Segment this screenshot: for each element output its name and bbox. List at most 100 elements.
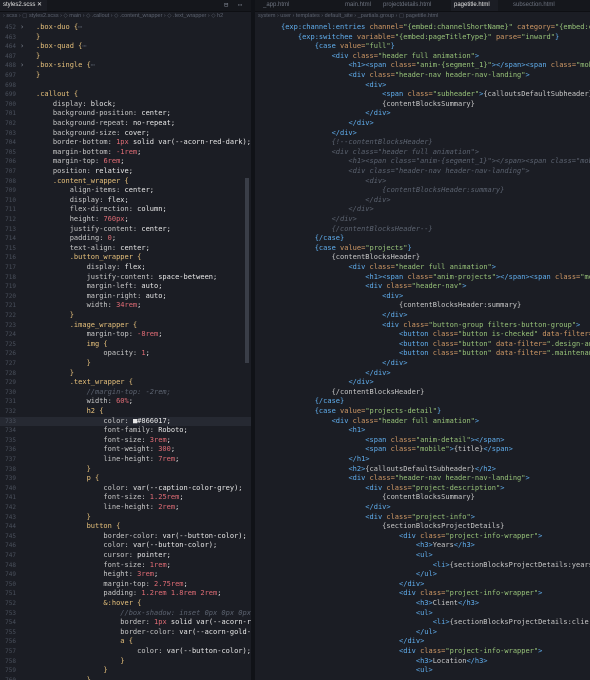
code-line[interactable]: 708 .content_wrapper { [0, 177, 251, 187]
code-line[interactable]: 464 › .box-quad {⋯ [0, 42, 251, 52]
code-line[interactable]: <button class="button is-checked" data-f… [255, 330, 590, 340]
code-line[interactable]: {case value="projects-detail"} [255, 407, 590, 417]
code-line[interactable]: 758 } [0, 657, 251, 667]
code-line[interactable]: <h2>{calloutsDefaultSubheader}</h2> [255, 465, 590, 475]
code-line[interactable]: </div> [255, 109, 590, 119]
code-line[interactable]: <div class="header-nav header-nav-landin… [255, 167, 590, 177]
code-line[interactable]: 452 › .box-duo {⋯ [0, 23, 251, 33]
code-line[interactable]: <span class="subheader">{calloutsDefault… [255, 90, 590, 100]
code-line[interactable]: 720 margin-right: auto; [0, 292, 251, 302]
code-line[interactable]: </div> [255, 311, 590, 321]
code-line[interactable]: <span class="mobile">{title}</span> [255, 445, 590, 455]
code-line[interactable]: <div class="project-info-wrapper"> [255, 589, 590, 599]
scss-editor[interactable]: 452 › .box-duo {⋯ 463} 464 › .box-quad {⋯ 487} 4… [0, 21, 251, 680]
code-line[interactable]: 705 margin-bottom: -1rem; [0, 148, 251, 158]
left-breadcrumb[interactable]: › scss › ▢ styles2.scss › ◇ main › ◇ .ca… [3, 11, 251, 21]
code-line[interactable]: <h3>Client</h3> [255, 599, 590, 609]
fold-chevron-icon[interactable]: › [20, 42, 24, 52]
code-line[interactable]: 700 display: block; [0, 100, 251, 110]
code-line[interactable]: <ul> [255, 666, 590, 676]
code-line[interactable]: <div class="header-nav"> [255, 282, 590, 292]
code-line[interactable]: <div> [255, 177, 590, 187]
code-line[interactable]: 718 justify-content: space-between; [0, 273, 251, 283]
code-line[interactable]: <ul> [255, 609, 590, 619]
code-line[interactable]: 752 &:hover { [0, 599, 251, 609]
code-line[interactable]: </div> [255, 129, 590, 139]
code-line[interactable]: {exp:channel:entries channel="{embed:cha… [255, 23, 590, 33]
code-line[interactable]: </div> [255, 215, 590, 225]
code-line[interactable]: {contentBlocksSummary} [255, 100, 590, 110]
code-line[interactable]: 749 height: 3rem; [0, 570, 251, 580]
code-line[interactable]: </div> [255, 205, 590, 215]
code-line[interactable]: 739 p { [0, 474, 251, 484]
code-line[interactable]: </ul> [255, 570, 590, 580]
code-line[interactable]: <div class="header full animation"> [255, 263, 590, 273]
code-line[interactable]: 701 background-position: center; [0, 109, 251, 119]
code-line[interactable]: <div class="project-info-wrapper"> [255, 647, 590, 657]
code-line[interactable]: 755 border-color: var(--acorn-gold-da [0, 628, 251, 638]
code-line[interactable]: 747 cursor: pointer; [0, 551, 251, 561]
code-line[interactable]: 711 flex-direction: column; [0, 205, 251, 215]
code-line[interactable]: 721 width: 34rem; [0, 301, 251, 311]
code-line[interactable]: {contentBlocksSummary} [255, 493, 590, 503]
tab-subsection-html[interactable]: subsection.html [513, 0, 559, 11]
more-actions-icon[interactable]: ⋯ [238, 1, 242, 9]
right-breadcrumb[interactable]: system › user › templates › default_site… [258, 11, 590, 21]
tab-pagetitle-html[interactable]: pagetitle.html [451, 0, 498, 11]
code-line[interactable]: <h3>Location</h3> [255, 657, 590, 667]
code-line[interactable]: 728 } [0, 369, 251, 379]
code-line[interactable]: {!--contentBlocksHeader} [255, 138, 590, 148]
code-line[interactable]: <button class="button" data-filter=".des… [255, 340, 590, 350]
code-line[interactable]: <div class="header-nav header-nav-landin… [255, 71, 590, 81]
code-line[interactable]: 706 margin-top: 6rem; [0, 157, 251, 167]
code-line[interactable]: <li>{sectionBlocksProjectDetails:years [255, 561, 590, 571]
code-line[interactable]: 738 } [0, 465, 251, 475]
code-line[interactable]: </div> [255, 580, 590, 590]
code-line[interactable]: 740 color: var(--caption-color-grey); [0, 484, 251, 494]
code-line[interactable]: 725 img { [0, 340, 251, 350]
code-line[interactable]: 751 padding: 1.2rem 1.8rem 2rem; [0, 589, 251, 599]
code-line[interactable]: <div class="project-info"> [255, 513, 590, 523]
left-scrollbar[interactable] [245, 178, 249, 363]
code-line[interactable]: <div> [255, 81, 590, 91]
code-line[interactable]: 488 › .box-single {⋯ [0, 61, 251, 71]
code-line[interactable]: 713 justify-content: center; [0, 225, 251, 235]
code-line[interactable]: 731 width: 60%; [0, 397, 251, 407]
code-line[interactable]: <h3>Years</h3> [255, 541, 590, 551]
code-line[interactable]: </div> [255, 196, 590, 206]
code-line[interactable]: {/contentBlocksHeader--} [255, 225, 590, 235]
code-line[interactable]: 723 .image_wrapper { [0, 321, 251, 331]
code-line[interactable]: 756 a { [0, 637, 251, 647]
code-line[interactable]: <h1><span class="anim-{segment_1}"></spa… [255, 61, 590, 71]
code-line[interactable]: 760 } [0, 676, 251, 680]
code-line[interactable]: 759 } [0, 666, 251, 676]
code-line[interactable]: 750 margin-top: 2.75rem; [0, 580, 251, 590]
code-line[interactable]: 748 font-size: 1rem; [0, 561, 251, 571]
code-line[interactable]: </div> [255, 378, 590, 388]
code-line[interactable]: 733 color: ■#866017; [0, 416, 251, 427]
code-line[interactable]: 716 .button_wrapper { [0, 253, 251, 263]
code-line[interactable]: <h1> [255, 426, 590, 436]
code-line[interactable]: {exp:switchee variable="{embed:pageTitle… [255, 33, 590, 43]
code-line[interactable]: 710 display: flex; [0, 196, 251, 206]
code-line[interactable]: 715 text-align: center; [0, 244, 251, 254]
code-line[interactable]: 698 [0, 81, 251, 91]
code-line[interactable]: </div> [255, 369, 590, 379]
code-line[interactable]: {sectionBlocksProjectDetails} [255, 522, 590, 532]
code-line[interactable]: 732 h2 { [0, 407, 251, 417]
code-line[interactable]: <h1><span class="anim-projects"></span><… [255, 273, 590, 283]
fold-chevron-icon[interactable]: › [20, 23, 24, 33]
code-line[interactable]: 704 border-bottom: 1px solid var(--acorn… [0, 138, 251, 148]
code-line[interactable]: {/case} [255, 397, 590, 407]
code-line[interactable]: {contentBlocksHeader} [255, 253, 590, 263]
code-line[interactable]: 741 font-size: 1.25rem; [0, 493, 251, 503]
code-line[interactable]: 487} [0, 52, 251, 62]
code-line[interactable]: <li>{sectionBlocksProjectDetails:clie [255, 618, 590, 628]
code-line[interactable]: 729 .text_wrapper { [0, 378, 251, 388]
code-line[interactable]: 724 margin-top: -8rem; [0, 330, 251, 340]
code-line[interactable]: 717 display: flex; [0, 263, 251, 273]
code-line[interactable]: 719 margin-left: auto; [0, 282, 251, 292]
code-line[interactable]: 744 button { [0, 522, 251, 532]
code-line[interactable]: 699 .callout { [0, 90, 251, 100]
code-line[interactable]: 745 border-color: var(--button-color); [0, 532, 251, 542]
